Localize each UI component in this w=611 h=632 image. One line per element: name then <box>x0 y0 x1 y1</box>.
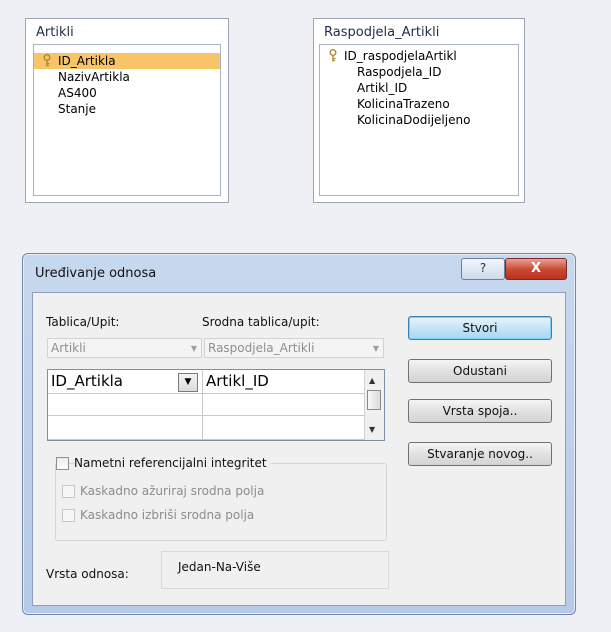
field-item[interactable]: ID_raspodjelaArtikl <box>320 48 518 64</box>
field-item[interactable]: Stanje <box>34 101 220 117</box>
field-mapping-grid[interactable]: ID_Artikla ▼ Artikl_ID ▲ ▼ <box>47 369 385 441</box>
cascade-update-label: Kaskadno ažuriraj srodna polja <box>80 484 265 498</box>
join-type-button[interactable]: Vrsta spoja.. <box>408 399 552 423</box>
related-table-label: Srodna tablica/upit: <box>202 315 320 329</box>
field-name: NazivArtikla <box>58 70 130 84</box>
create-button[interactable]: Stvori <box>408 316 552 340</box>
field-name: KolicinaTrazeno <box>357 97 450 111</box>
key-icon <box>329 49 337 62</box>
field-name: Raspodjela_ID <box>357 65 442 79</box>
field-list[interactable]: ID_raspodjelaArtikl Raspodjela_ID Artikl… <box>319 44 519 196</box>
table-query-label: Tablica/Upit: <box>46 315 120 329</box>
table-select[interactable]: Artikli ▼ <box>47 338 202 358</box>
integrity-groupbox <box>55 463 387 541</box>
field-item[interactable]: NazivArtikla <box>34 69 220 85</box>
cancel-button[interactable]: Odustani <box>408 359 552 383</box>
grid-cell-right[interactable] <box>203 416 365 440</box>
field-item[interactable]: KolicinaTrazeno <box>320 96 518 112</box>
field-name: ID_Artikla <box>58 54 116 68</box>
table-title: Raspodjela_Artikli <box>324 25 440 40</box>
chevron-down-icon: ▼ <box>184 377 192 387</box>
field-name: KolicinaDodijeljeno <box>357 113 471 127</box>
field-name: Stanje <box>58 102 96 116</box>
relation-type-box: Jedan-Na-Više <box>161 551 389 589</box>
grid-cell-text: Artikl_ID <box>206 372 269 390</box>
grid-cell-text: ID_Artikla <box>51 372 123 390</box>
grid-cell-right[interactable]: Artikl_ID <box>203 370 365 394</box>
field-name: Artikl_ID <box>357 81 408 95</box>
chevron-down-icon: ▼ <box>372 344 379 353</box>
enforce-integrity-label: Nametni referencijalni integritet <box>74 456 271 470</box>
dropdown-button[interactable]: ▼ <box>178 373 198 392</box>
close-button[interactable]: X <box>505 258 567 280</box>
related-table-select-value: Raspodjela_Artikli <box>208 341 315 355</box>
cascade-delete-label: Kaskadno izbriši srodna polja <box>80 508 255 522</box>
field-name: AS400 <box>58 86 97 100</box>
help-button[interactable]: ? <box>461 258 505 280</box>
table-select-value: Artikli <box>51 341 86 355</box>
table-raspodjela-artikli[interactable]: Raspodjela_Artikli ID_raspodjelaArtikl R… <box>313 18 525 203</box>
relation-type-value: Jedan-Na-Više <box>178 560 261 574</box>
field-name: ID_raspodjelaArtikl <box>344 49 457 63</box>
key-icon <box>43 54 51 67</box>
grid-scrollbar[interactable]: ▲ ▼ <box>364 370 384 440</box>
table-title: Artikli <box>36 25 74 40</box>
dialog-body: Tablica/Upit: Srodna tablica/upit: Artik… <box>32 292 566 606</box>
scroll-thumb[interactable] <box>367 390 381 410</box>
dialog-title: Uređivanje odnosa <box>35 266 157 281</box>
create-new-button[interactable]: Stvaranje novog.. <box>408 442 552 466</box>
field-item[interactable]: Artikl_ID <box>320 80 518 96</box>
field-item[interactable]: Raspodjela_ID <box>320 64 518 80</box>
close-icon: X <box>530 261 542 276</box>
grid-cell-left[interactable] <box>48 416 203 440</box>
help-icon: ? <box>479 261 487 275</box>
chevron-down-icon: ▼ <box>190 344 197 353</box>
relation-type-label: Vrsta odnosa: <box>46 567 129 581</box>
field-item[interactable]: KolicinaDodijeljeno <box>320 112 518 128</box>
scroll-up-icon[interactable]: ▲ <box>369 376 375 385</box>
grid-cell-left[interactable]: ID_Artikla ▼ <box>48 370 203 394</box>
scroll-down-icon[interactable]: ▼ <box>369 425 375 434</box>
cascade-update-checkbox[interactable] <box>62 485 75 498</box>
enforce-integrity-checkbox[interactable] <box>56 457 69 470</box>
field-item[interactable]: AS400 <box>34 85 220 101</box>
table-artikli[interactable]: Artikli ID_Artikla NazivArtikla AS400 St… <box>25 18 229 203</box>
edit-relationship-dialog: Uređivanje odnosa ? X Tablica/Upit: Srod… <box>22 253 576 615</box>
related-table-select[interactable]: Raspodjela_Artikli ▼ <box>204 338 384 358</box>
cascade-delete-checkbox[interactable] <box>62 509 75 522</box>
field-list[interactable]: ID_Artikla NazivArtikla AS400 Stanje <box>33 44 221 196</box>
grid-cell-left[interactable] <box>48 394 203 416</box>
field-item[interactable]: ID_Artikla <box>34 53 220 69</box>
grid-cell-right[interactable] <box>203 394 365 416</box>
